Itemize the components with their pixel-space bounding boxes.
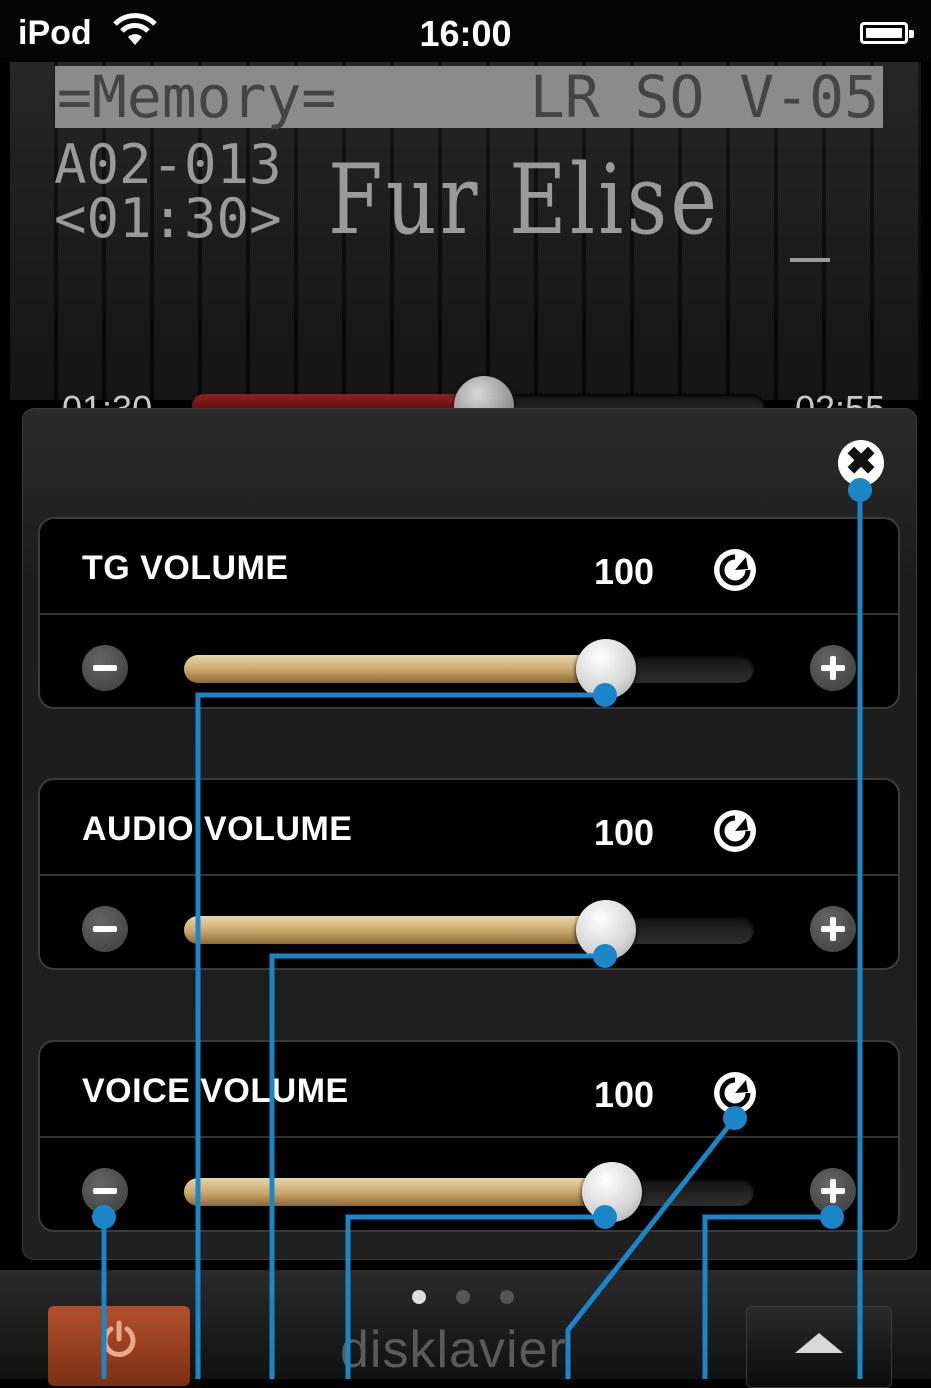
callout-audio-slider: [269, 953, 605, 1379]
callout-tg-slider: [195, 692, 605, 1379]
callout-dot: [820, 1205, 844, 1229]
callout-dot: [848, 478, 872, 502]
callout-voice-reset: [565, 1116, 737, 1379]
callout-dot: [593, 944, 617, 968]
callout-dot: [92, 1205, 116, 1229]
callout-dot: [593, 683, 617, 707]
callout-dot: [593, 1205, 617, 1229]
callout-dot: [723, 1106, 747, 1130]
callout-voice-plus: [702, 1214, 832, 1379]
callout-overlay: [92, 478, 872, 1379]
